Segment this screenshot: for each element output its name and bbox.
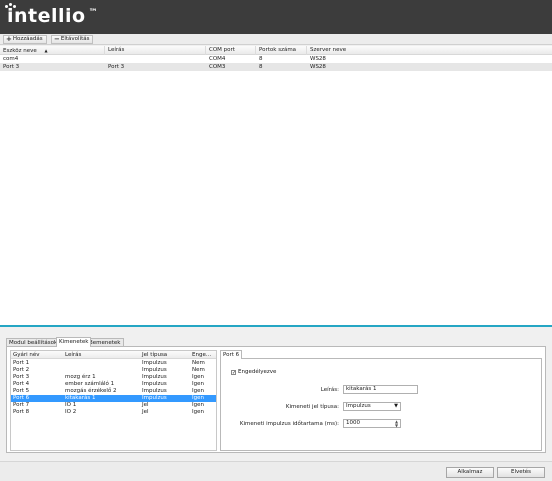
port-list-row[interactable]: Port 5 mozgás érzékelő 2 Impulzus Igen bbox=[11, 388, 216, 395]
cell-signal-type: Impulzus bbox=[142, 395, 167, 401]
cell-device-name: Port 3 bbox=[3, 64, 20, 70]
enabled-checkbox[interactable]: ✓ Engedélyezve bbox=[231, 369, 276, 375]
sort-ascending-icon: ▲ bbox=[44, 48, 48, 53]
tab-inputs[interactable]: Bemenetek bbox=[86, 338, 124, 346]
signal-type-select[interactable]: Impulzus ▼ bbox=[343, 402, 401, 411]
cell-signal-type: Impulzus bbox=[142, 367, 167, 373]
cell-server-name: WS28 bbox=[310, 56, 326, 62]
cell-enabled: Igen bbox=[192, 395, 204, 401]
apply-button[interactable]: Alkalmaz bbox=[446, 467, 494, 478]
cell-description: Port 3 bbox=[108, 64, 125, 70]
port-list-row[interactable]: Port 7 IO 1 Jel Igen bbox=[11, 402, 216, 409]
cell-signal-type: Impulzus bbox=[142, 388, 167, 394]
port-list-row[interactable]: Port 8 IO 2 Jel Igen bbox=[11, 409, 216, 416]
remove-button[interactable]: − Eltávolítás bbox=[51, 35, 94, 44]
column-header-description[interactable]: Leírás bbox=[105, 46, 206, 55]
device-grid: Eszköz neve ▲ Leírás COM port Portok szá… bbox=[0, 46, 552, 325]
cell-enabled: Igen bbox=[192, 374, 204, 380]
cell-factory-name: Port 4 bbox=[13, 381, 30, 387]
pulse-duration-label: Kimeneti impulzus időtartama (ms): bbox=[239, 421, 339, 427]
description-label: Leírás: bbox=[320, 387, 339, 393]
cell-enabled: Igen bbox=[192, 388, 204, 394]
column-header-device-name[interactable]: Eszköz neve ▲ bbox=[0, 46, 105, 55]
cell-enabled: Igen bbox=[192, 381, 204, 387]
minus-icon: − bbox=[54, 35, 60, 43]
cancel-button[interactable]: Elvetés bbox=[497, 467, 545, 478]
cell-factory-name: Port 8 bbox=[13, 409, 30, 415]
cell-server-name: WS28 bbox=[310, 64, 326, 70]
column-header-port-description[interactable]: Leírás bbox=[63, 351, 81, 359]
cell-signal-type: Impulzus bbox=[142, 381, 167, 387]
cell-port-description: IO 1 bbox=[65, 402, 77, 408]
tab-outputs[interactable]: Kimenetek bbox=[56, 337, 92, 347]
cell-signal-type: Jel bbox=[142, 402, 149, 408]
cell-port-count: 8 bbox=[259, 64, 263, 70]
port-list-row[interactable]: Port 2 Impulzus Nem bbox=[11, 367, 216, 374]
cell-port-description: ember számláló 1 bbox=[65, 381, 115, 387]
port-detail: Port 6 ✓ Engedélyezve Leírás: kitakarás … bbox=[220, 350, 542, 451]
grid-header: Eszköz neve ▲ Leírás COM port Portok szá… bbox=[0, 46, 552, 55]
cell-enabled: Igen bbox=[192, 409, 204, 415]
table-row[interactable]: com4 COM4 8 WS28 bbox=[0, 55, 552, 63]
outputs-panel: Gyári név Leírás Jel típusa Enge... Port… bbox=[6, 346, 546, 453]
plus-icon: + bbox=[6, 35, 12, 43]
cell-signal-type: Impulzus bbox=[142, 360, 167, 366]
chevron-down-icon: ▼ bbox=[394, 403, 398, 409]
checkmark-icon: ✓ bbox=[231, 369, 237, 376]
port-list-row[interactable]: Port 1 Impulzus Nem bbox=[11, 360, 216, 367]
cell-port-description: kitakarás 1 bbox=[65, 395, 96, 401]
cell-signal-type: Jel bbox=[142, 409, 149, 415]
cell-factory-name: Port 7 bbox=[13, 402, 30, 408]
column-header-server-name[interactable]: Szerver neve bbox=[307, 46, 552, 55]
port-list-row[interactable]: Port 4 ember számláló 1 Impulzus Igen bbox=[11, 381, 216, 388]
cell-factory-name: Port 3 bbox=[13, 374, 30, 380]
cell-signal-type: Impulzus bbox=[142, 374, 167, 380]
cell-enabled: Nem bbox=[192, 360, 205, 366]
add-button[interactable]: + Hozzáadás bbox=[3, 35, 47, 44]
port-list: Gyári név Leírás Jel típusa Enge... Port… bbox=[10, 350, 217, 451]
column-header-signal-type[interactable]: Jel típusa bbox=[140, 351, 167, 359]
cell-com-port: COM4 bbox=[209, 56, 226, 62]
tab-port-detail[interactable]: Port 6 bbox=[220, 350, 243, 359]
cell-com-port: COM3 bbox=[209, 64, 226, 70]
toolbar: + Hozzáadás − Eltávolítás bbox=[0, 34, 552, 45]
cell-port-description: mozg érz 1 bbox=[65, 374, 96, 380]
brand-bar: intellio ™ bbox=[0, 0, 552, 34]
settings-area: Modul beállítások Kimenetek Bemenetek Gy… bbox=[0, 327, 552, 481]
description-field[interactable]: kitakarás 1 bbox=[343, 385, 418, 394]
cell-port-description: mozgás érzékelő 2 bbox=[65, 388, 117, 394]
logo: intellio ™ bbox=[7, 5, 99, 27]
table-row[interactable]: Port 3 Port 3 COM3 8 WS28 bbox=[0, 63, 552, 71]
signal-type-label: Kimeneti jel típusa: bbox=[285, 404, 339, 410]
cell-port-description: IO 2 bbox=[65, 409, 77, 415]
cell-factory-name: Port 5 bbox=[13, 388, 30, 394]
column-header-port-count[interactable]: Portok száma bbox=[256, 46, 307, 55]
cell-factory-name: Port 6 bbox=[13, 395, 30, 401]
cell-enabled: Nem bbox=[192, 367, 205, 373]
spin-arrows-icon[interactable]: ▲ ▼ bbox=[394, 420, 399, 428]
port-list-row[interactable]: Port 6 kitakarás 1 Impulzus Igen bbox=[11, 395, 216, 402]
cell-factory-name: Port 2 bbox=[13, 367, 30, 373]
column-header-com-port[interactable]: COM port bbox=[206, 46, 256, 55]
cell-enabled: Igen bbox=[192, 402, 204, 408]
tab-module-settings[interactable]: Modul beállítások bbox=[6, 338, 61, 346]
port-detail-panel: ✓ Engedélyezve Leírás: kitakarás 1 Kimen… bbox=[220, 358, 542, 451]
pulse-duration-stepper[interactable]: 1000 ▲ ▼ bbox=[343, 419, 401, 428]
column-header-factory-name[interactable]: Gyári név bbox=[11, 351, 40, 359]
column-header-enabled[interactable]: Enge... bbox=[190, 351, 211, 359]
port-list-header: Gyári név Leírás Jel típusa Enge... bbox=[11, 351, 216, 359]
cell-port-count: 8 bbox=[259, 56, 263, 62]
cell-device-name: com4 bbox=[3, 56, 19, 62]
port-list-row[interactable]: Port 3 mozg érz 1 Impulzus Igen bbox=[11, 374, 216, 381]
action-bar: Alkalmaz Elvetés bbox=[0, 461, 552, 481]
cell-factory-name: Port 1 bbox=[13, 360, 30, 366]
